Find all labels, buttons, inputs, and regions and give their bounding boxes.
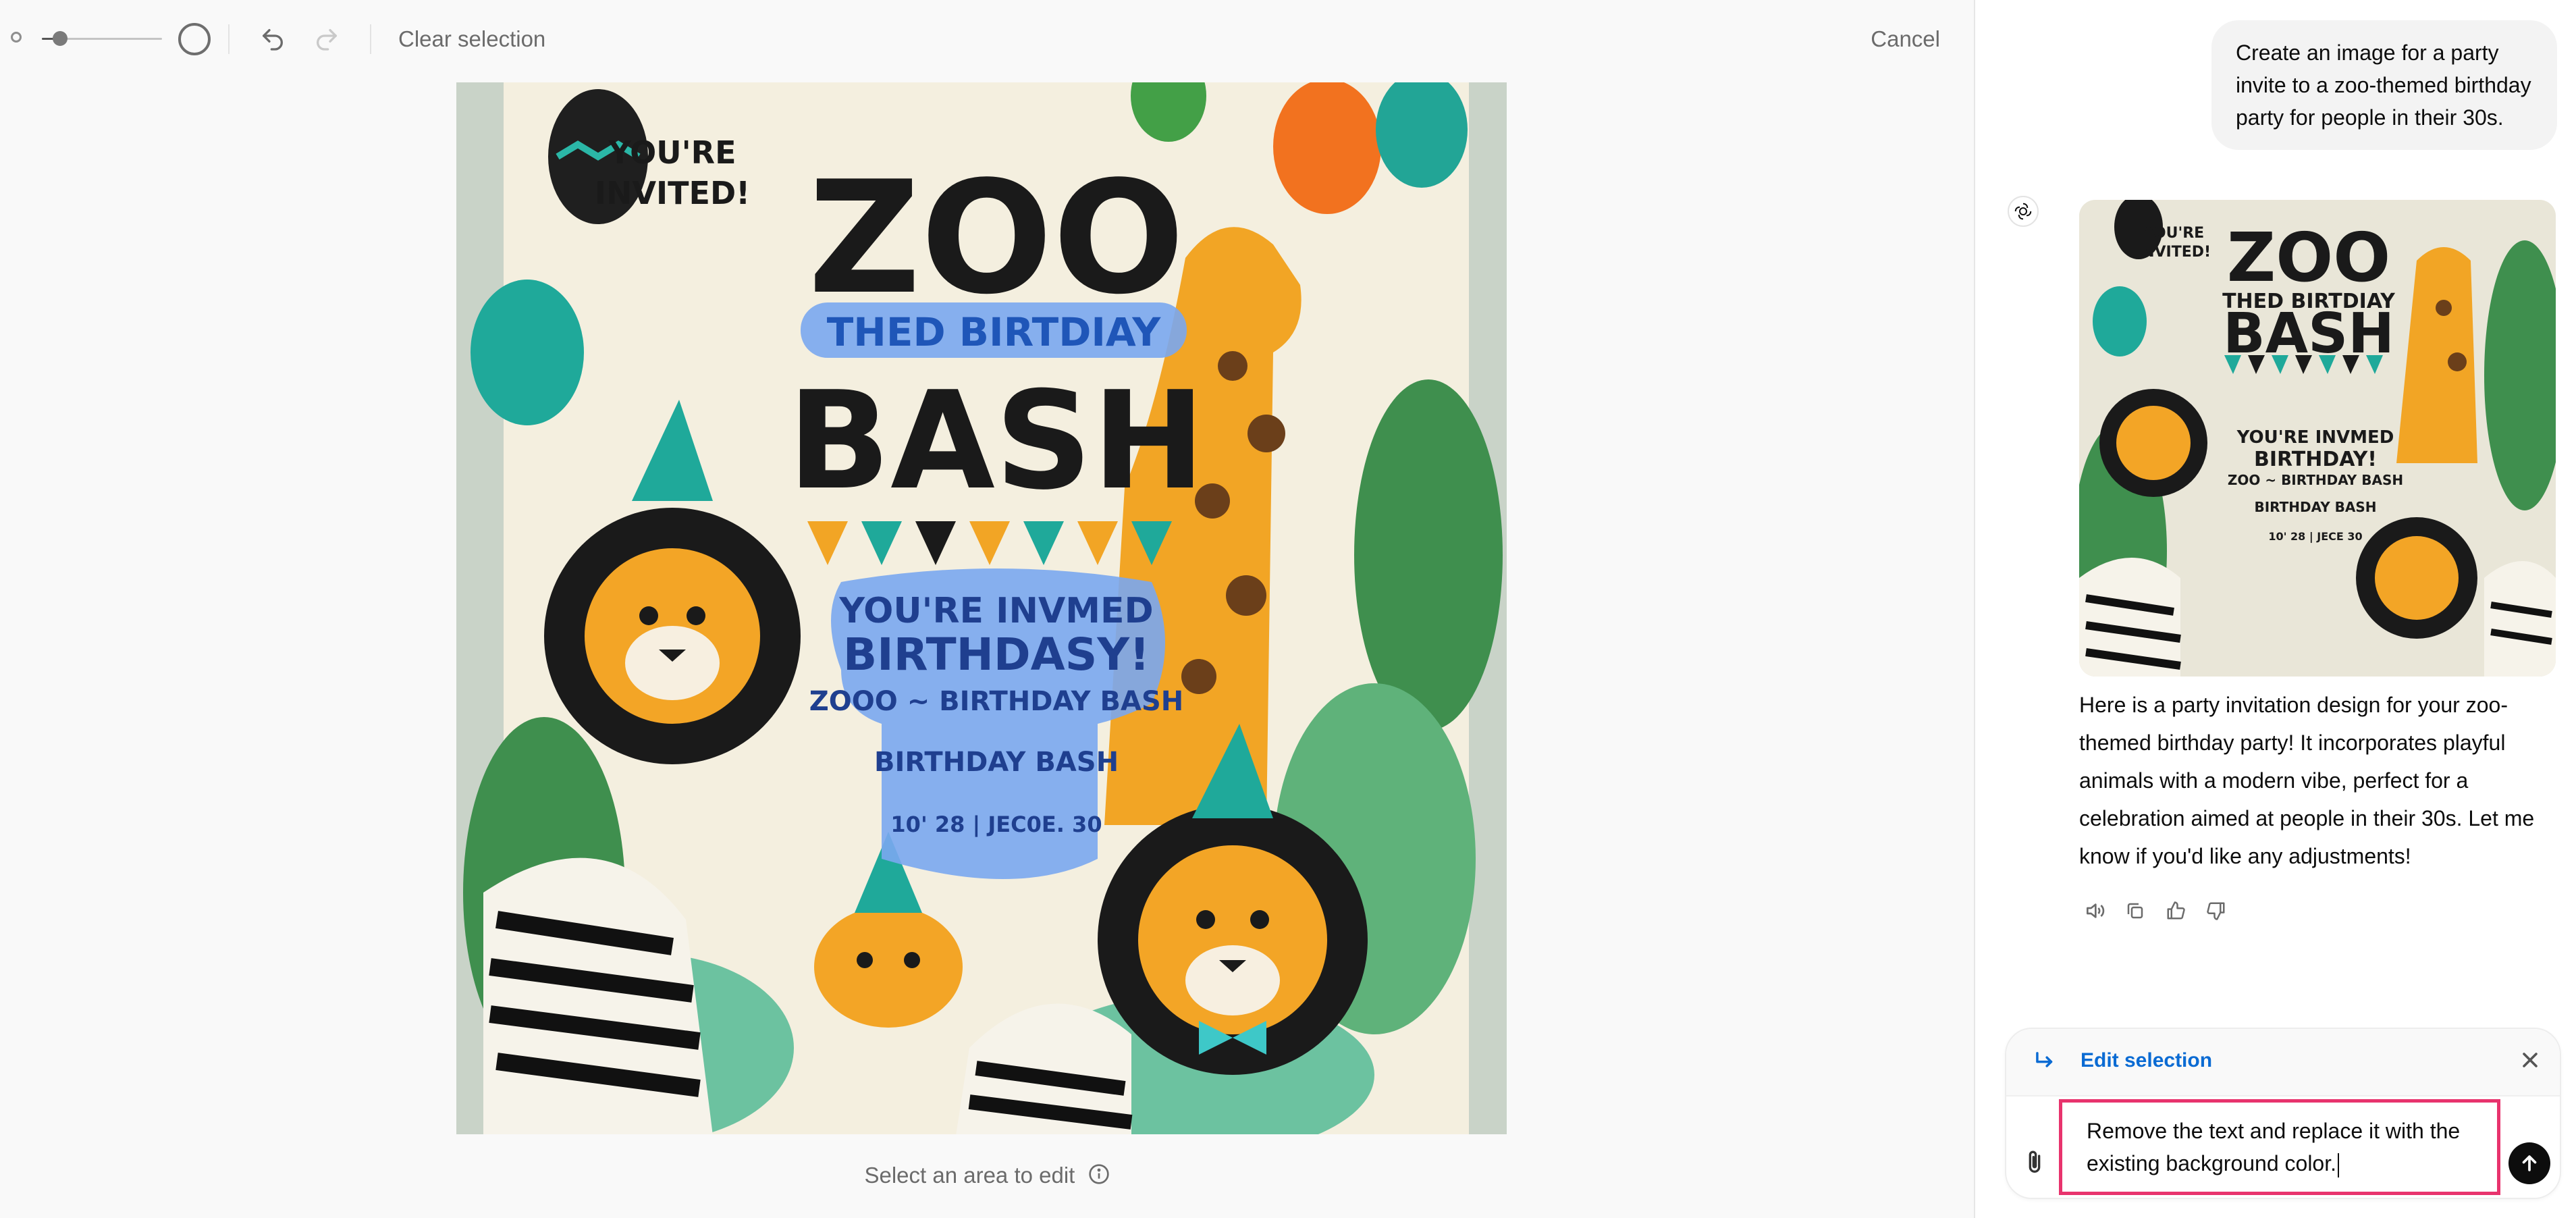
text-caret — [2338, 1153, 2339, 1177]
toolbar-divider — [228, 24, 230, 54]
thumb-line1: YOU'RE INVMED — [2236, 427, 2394, 448]
thumb-date: 10' 28 | JECE 30 — [2268, 530, 2362, 544]
thumb-bash: BASH — [2223, 302, 2394, 366]
undo-icon — [263, 29, 283, 51]
assistant-avatar — [2008, 196, 2039, 227]
composer: Edit selection Remove the text and repla… — [2005, 1028, 2561, 1199]
poster-themed: THED BIRTDIAY — [827, 309, 1162, 355]
paperclip-icon — [2029, 1150, 2041, 1173]
poster-invite-line4: BIRTHDAY BASH — [874, 747, 1119, 778]
slider-thumb[interactable] — [53, 31, 68, 46]
editor-toolbar: Clear selection Cancel — [0, 0, 1974, 78]
thumbs-down-icon — [2207, 902, 2225, 920]
poster-invited-line2: INVITED! — [595, 175, 750, 211]
poster-invite-line1: YOU'RE INVMED — [838, 591, 1153, 631]
close-icon — [2523, 1053, 2538, 1067]
user-message: Create an image for a party invite to a … — [2211, 20, 2557, 150]
thumb-line4: BIRTHDAY BASH — [2254, 499, 2376, 515]
send-button[interactable] — [2508, 1142, 2550, 1184]
prompt-text: Remove the text and replace it with the … — [2087, 1119, 2461, 1175]
image-editor-pane: Clear selection Cancel YOU'RE INVITED! Z… — [0, 0, 1974, 1218]
brush-size-slider[interactable] — [42, 31, 162, 46]
undo-button[interactable] — [254, 20, 292, 58]
generated-image-thumbnail[interactable]: YOU'RE INVITED! ZOO THED BIRTDIAY BASH Y… — [2079, 200, 2556, 677]
poster-zoo: ZOO — [808, 149, 1185, 329]
copy-button[interactable] — [2120, 895, 2151, 926]
cancel-button[interactable]: Cancel — [1871, 24, 1940, 54]
thumb-invited-line1: YOU'RE — [2143, 225, 2204, 242]
good-response-button[interactable] — [2160, 895, 2191, 926]
assistant-message: Here is a party invitation design for yo… — [2079, 693, 2535, 868]
poster-invite-line2: BIRTHDASY! — [843, 629, 1150, 681]
openai-logo-icon — [2014, 203, 2032, 220]
toolbar-divider — [370, 24, 371, 54]
message-actions — [2079, 895, 2232, 926]
poster-bash: BASH — [788, 363, 1206, 520]
invitation-image: YOU'RE INVITED! ZOO THED BIRTDIAY BASH Y… — [456, 82, 1507, 1134]
edit-selection-label: Edit selection — [2081, 1049, 2213, 1071]
attach-button[interactable] — [2021, 1149, 2048, 1180]
thumb-zoo: ZOO — [2227, 218, 2391, 297]
select-area-hint: Select an area to edit — [0, 1163, 1974, 1190]
large-brush-icon — [178, 23, 211, 55]
thumbs-up-icon — [2167, 901, 2185, 920]
image-canvas[interactable]: YOU'RE INVITED! ZOO THED BIRTDIAY BASH Y… — [456, 82, 1507, 1134]
arrow-up-icon — [2522, 1155, 2537, 1171]
redo-button[interactable] — [308, 20, 346, 58]
edit-selection-bar: Edit selection — [2006, 1029, 2560, 1096]
read-aloud-button[interactable] — [2079, 895, 2110, 926]
bad-response-button[interactable] — [2201, 895, 2232, 926]
poster-invited-line1: YOU'RE — [608, 134, 736, 171]
reply-arrow-icon — [2032, 1048, 2058, 1077]
poster-date: 10' 28 | JEC0E. 30 — [890, 812, 1102, 838]
prompt-input[interactable]: Remove the text and replace it with the … — [2059, 1099, 2500, 1195]
clear-selection-button[interactable]: Clear selection — [398, 24, 545, 54]
poster-invite-line3: ZOOO ~ BIRTHDAY BASH — [809, 686, 1183, 717]
small-brush-icon — [11, 32, 22, 43]
thumb-line2: BIRTHDAY! — [2254, 448, 2377, 471]
redo-icon — [317, 29, 337, 51]
copy-icon — [2127, 903, 2143, 919]
chat-pane: Create an image for a party invite to a … — [1974, 0, 2576, 1218]
thumb-invited-line2: INVITED! — [2137, 244, 2211, 261]
thumb-line3: ZOO ~ BIRTHDAY BASH — [2228, 472, 2403, 488]
speaker-icon — [2087, 903, 2105, 918]
close-edit-selection-button[interactable] — [2518, 1048, 2542, 1076]
info-icon[interactable] — [1088, 1163, 1110, 1190]
hint-text: Select an area to edit — [864, 1163, 1075, 1188]
